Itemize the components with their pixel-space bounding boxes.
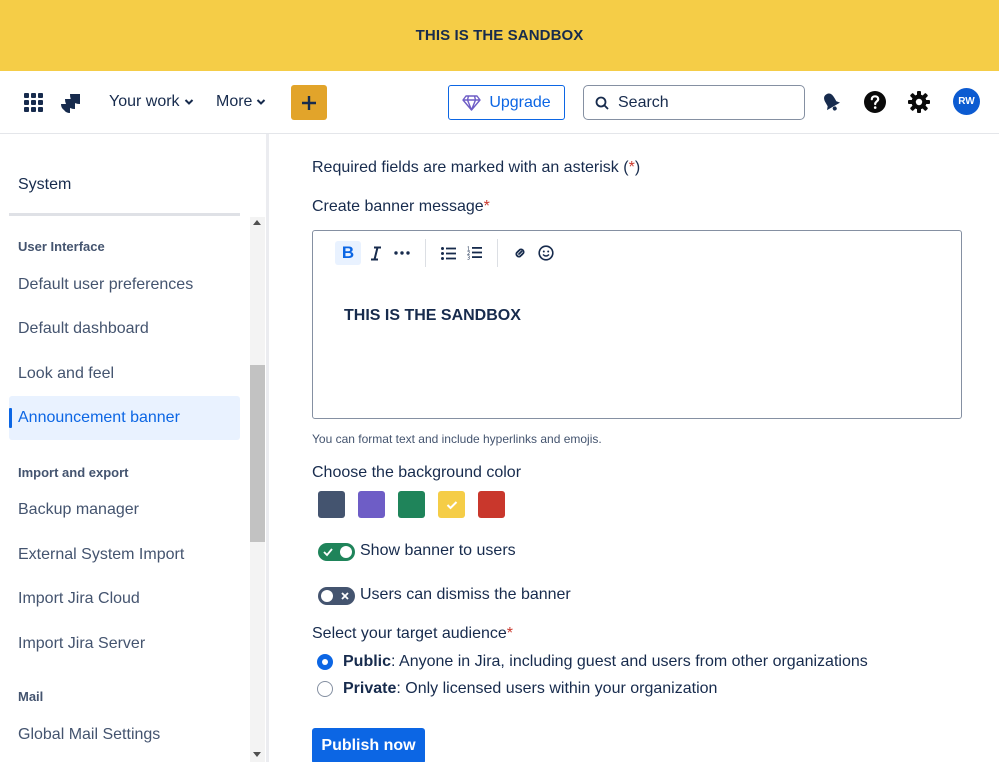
toolbar-separator <box>425 239 426 267</box>
emoji-icon <box>538 245 554 261</box>
sidebar-item-look-and-feel[interactable]: Look and feel <box>9 352 240 396</box>
publish-now-button[interactable]: Publish now <box>312 728 425 762</box>
jira-logo-icon[interactable] <box>60 92 82 114</box>
sidebar-item-import-jira-cloud[interactable]: Import Jira Cloud <box>9 577 240 621</box>
help-icon[interactable] <box>863 90 887 114</box>
app-switcher-icon[interactable] <box>24 93 43 112</box>
more-formatting-icon <box>394 251 410 255</box>
color-swatch-green[interactable] <box>398 491 425 518</box>
sidebar-divider <box>9 213 240 216</box>
italic-icon <box>371 246 381 260</box>
plus-icon <box>302 95 316 110</box>
toolbar-separator <box>497 239 498 267</box>
sidebar-section-heading: User Interface <box>18 239 105 254</box>
numbered-list-button[interactable]: 123 <box>463 241 485 265</box>
your-work-label: Your work <box>109 93 180 110</box>
sidebar-border <box>266 134 269 762</box>
editor-helper-text: You can format text and include hyperlin… <box>312 432 602 446</box>
avatar[interactable]: RW <box>953 88 980 115</box>
search-input[interactable] <box>618 93 778 112</box>
audience-option-public[interactable]: Public: Anyone in Jira, including guest … <box>317 653 868 671</box>
banner-text: THIS IS THE SANDBOX <box>415 27 584 44</box>
sidebar: System User Interface Default user prefe… <box>0 134 268 762</box>
banner-message-content[interactable]: THIS IS THE SANDBOX <box>344 307 521 325</box>
svg-text:3: 3 <box>467 256 470 261</box>
radio-button-unchecked[interactable] <box>317 681 333 697</box>
upgrade-button[interactable]: Upgrade <box>448 85 565 120</box>
show-banner-label: Show banner to users <box>360 542 516 559</box>
audience-option-private[interactable]: Private: Only licensed users within your… <box>317 680 717 698</box>
your-work-menu[interactable]: Your work <box>109 93 194 111</box>
bullet-list-icon <box>440 246 456 260</box>
show-banner-toggle[interactable] <box>318 543 355 561</box>
announcement-banner: THIS IS THE SANDBOX <box>0 0 999 71</box>
color-swatch-purple[interactable] <box>358 491 385 518</box>
sidebar-item-global-mail-settings[interactable]: Global Mail Settings <box>9 713 240 757</box>
bold-button[interactable]: B <box>335 241 361 265</box>
search-box[interactable] <box>583 85 805 120</box>
toggle-knob <box>321 590 333 602</box>
toggle-cross-icon <box>341 592 349 600</box>
color-swatch-red[interactable] <box>478 491 505 518</box>
notification-bell-icon[interactable] <box>820 91 842 113</box>
banner-message-label: Create banner message* <box>312 198 490 215</box>
link-icon <box>515 248 525 258</box>
create-button[interactable] <box>291 85 327 120</box>
bold-icon: B <box>341 243 355 262</box>
banner-message-editor[interactable]: B 123 THIS IS THE SANDBOX <box>312 230 962 419</box>
required-fields-note: Required fields are marked with an aster… <box>312 159 641 176</box>
sidebar-item-backup-manager[interactable]: Backup manager <box>9 488 240 532</box>
color-swatch-group <box>318 491 505 518</box>
scroll-down-arrow-icon[interactable] <box>253 752 261 757</box>
emoji-button[interactable] <box>535 241 557 265</box>
sidebar-section-heading: Import and export <box>18 465 129 480</box>
upgrade-label: Upgrade <box>489 93 551 111</box>
diamond-icon <box>462 94 482 111</box>
sidebar-item-announcement-banner[interactable]: Announcement banner <box>9 396 240 440</box>
bullet-list-button[interactable] <box>437 241 459 265</box>
sidebar-item-default-user-preferences[interactable]: Default user preferences <box>9 263 240 307</box>
background-color-label: Choose the background color <box>312 464 522 481</box>
sidebar-section-heading: Mail <box>18 689 44 704</box>
numbered-list-icon: 123 <box>467 247 482 261</box>
search-icon <box>595 96 609 110</box>
dismiss-banner-label: Users can dismiss the banner <box>360 586 571 603</box>
sidebar-title: System <box>18 176 72 193</box>
link-button[interactable] <box>509 241 531 265</box>
toggle-check-icon <box>323 548 333 557</box>
sidebar-item-external-system-import[interactable]: External System Import <box>9 533 240 577</box>
chevron-down-icon <box>184 99 193 105</box>
announcement-banner-form: Required fields are marked with an aster… <box>270 134 999 762</box>
radio-button-checked[interactable] <box>317 654 333 670</box>
more-label: More <box>216 93 253 110</box>
target-audience-label: Select your target audience* <box>312 625 514 642</box>
checkmark-icon <box>446 500 457 509</box>
scroll-up-arrow-icon[interactable] <box>253 220 261 225</box>
color-swatch-yellow[interactable] <box>438 491 465 518</box>
chevron-down-icon <box>257 99 266 105</box>
sidebar-item-default-dashboard[interactable]: Default dashboard <box>9 307 240 351</box>
toggle-knob <box>340 546 352 558</box>
more-formatting-button[interactable] <box>391 241 413 265</box>
sidebar-item-import-jira-server[interactable]: Import Jira Server <box>9 622 240 666</box>
top-navigation: Your work More Upgrade Search RW <box>0 71 999 134</box>
gear-icon[interactable] <box>907 90 931 114</box>
dismiss-banner-toggle[interactable] <box>318 587 355 605</box>
italic-button[interactable] <box>365 241 387 265</box>
color-swatch-slate[interactable] <box>318 491 345 518</box>
more-menu[interactable]: More <box>216 93 266 111</box>
sidebar-scrollbar-thumb[interactable] <box>250 365 265 542</box>
